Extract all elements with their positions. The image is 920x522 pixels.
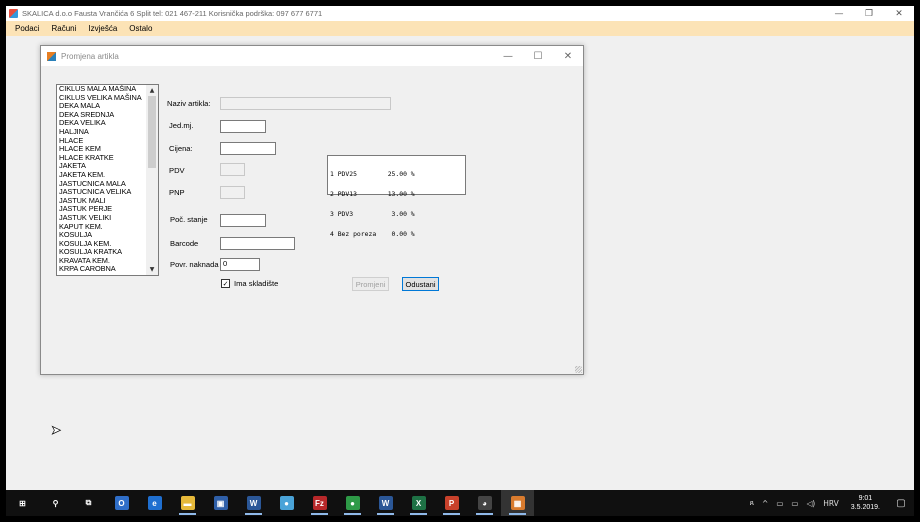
main-window-title: SKALICA d.o.o Fausta Vrančića 6 Split te… (22, 9, 323, 18)
excel-icon: X (411, 496, 426, 510)
clock-time: 9:01 (858, 495, 873, 502)
scroll-down-icon[interactable]: ▼ (146, 264, 158, 275)
start-icon: ⊞ (15, 496, 30, 510)
naziv-field[interactable] (220, 97, 391, 110)
taskbar-store-button[interactable]: ▣ (204, 490, 237, 516)
odustani-button[interactable]: Odustani (402, 277, 439, 291)
clock[interactable]: 9:01 3.5.2019. (843, 494, 888, 512)
main-titlebar: SKALICA d.o.o Fausta Vrančića 6 Split te… (6, 6, 914, 21)
main-window: SKALICA d.o.o Fausta Vrančića 6 Split te… (6, 6, 914, 490)
scroll-thumb[interactable] (148, 96, 156, 168)
jedmj-label: Jed.mj. (169, 121, 194, 130)
dialog-close-button[interactable]: ✕ (553, 46, 583, 66)
word-icon: W (246, 496, 261, 510)
restore-button[interactable]: ❐ (854, 6, 884, 21)
menu-podaci[interactable]: Podaci (9, 24, 45, 33)
taskbar-search-button[interactable]: ⚲ (39, 490, 72, 516)
file-explorer-icon: ▬ (180, 496, 195, 510)
task-view-icon: ⧉ (81, 496, 96, 510)
dialog-title: Promjena artikla (61, 51, 119, 61)
taskbar-word-button[interactable]: W (237, 490, 270, 516)
tray-expand-icon[interactable]: ^ (758, 499, 772, 508)
people-icon[interactable]: ጸ (746, 498, 758, 508)
taskbar-edge-button[interactable]: e (138, 490, 171, 516)
taskbar: ⊞ ⚲ ⧉ Oe ▬ ▣ W ● Fz ● W X P ◕ ▦ ጸ ^ ▭ ▭ ◁) HRV 9:01 3.… (6, 490, 914, 516)
taskbar-outlook-button[interactable]: O (105, 490, 138, 516)
taskbar-panda-button[interactable]: ◕ (468, 490, 501, 516)
taskbar-chrome-button[interactable]: ● (336, 490, 369, 516)
dialog-maximize-button[interactable]: ☐ (523, 46, 553, 66)
poc-stanje-label: Poč. stanje (170, 215, 208, 224)
jedmj-field[interactable] (220, 120, 266, 133)
dialog-titlebar: Promjena artikla — ☐ ✕ (41, 46, 583, 66)
pdv-field (220, 163, 245, 176)
pdv-rate-item[interactable]: 3 PDV3 3.00 % (330, 211, 463, 218)
taskbar-powerpoint-button[interactable]: P (435, 490, 468, 516)
menu-ostalo[interactable]: Ostalo (123, 24, 158, 33)
battery-icon[interactable]: ▭ (772, 499, 787, 508)
menubar: Podaci Računi Izvješća Ostalo (6, 21, 914, 36)
volume-icon[interactable]: ◁) (803, 499, 820, 508)
network-icon[interactable]: ▭ (787, 499, 802, 508)
minimize-button[interactable]: — (824, 6, 854, 21)
taskbar-word-2-button[interactable]: W (369, 490, 402, 516)
store-icon: ▣ (213, 496, 228, 510)
language-indicator[interactable]: HRV (819, 499, 843, 508)
filezilla-icon: Fz (312, 496, 327, 510)
panda-icon: ◕ (477, 496, 492, 510)
edge-icon: e (147, 496, 162, 510)
promjena-artikla-dialog: Promjena artikla — ☐ ✕ CIKLUS MALA MAŠIN… (40, 45, 584, 375)
app-icon (9, 9, 18, 18)
povr-naknada-label: Povr. naknada (170, 260, 219, 269)
outlook-icon: O (114, 496, 129, 510)
poc-stanje-field[interactable] (220, 214, 266, 227)
promjeni-button[interactable]: Promjeni (352, 277, 389, 291)
cijena-field[interactable] (220, 142, 276, 155)
ima-skladiste-label: Ima skladište (234, 279, 279, 288)
clock-date: 3.5.2019. (850, 504, 880, 511)
naziv-label: Naziv artikla: (167, 99, 211, 108)
system-tray: ጸ ^ ▭ ▭ ◁) HRV 9:01 3.5.2019. ▢ (746, 494, 914, 512)
notifications-icon[interactable]: ▢ (888, 498, 914, 509)
dialog-icon (47, 51, 56, 61)
paint-icon: ● (279, 496, 294, 510)
taskbar-start-button[interactable]: ⊞ (6, 490, 39, 516)
taskbar-paint-button[interactable]: ● (270, 490, 303, 516)
skalica-app-icon: ▦ (510, 496, 525, 510)
dialog-minimize-button[interactable]: — (493, 46, 523, 66)
ima-skladiste-checkbox[interactable]: ✓ (221, 279, 230, 288)
word-2-icon: W (378, 496, 393, 510)
taskbar-task-view-button[interactable]: ⧉ (72, 490, 105, 516)
pnp-label: PNP (169, 188, 185, 197)
barcode-field[interactable] (220, 237, 295, 250)
articles-list: CIKLUS MALA MAŠINA CIKLUS VELIKA MAŠINA DE… (59, 85, 145, 274)
chrome-icon: ● (345, 496, 360, 510)
taskbar-file-explorer-button[interactable]: ▬ (171, 490, 204, 516)
pdv-rates-list[interactable]: 1 PDV25 25.00 % 2 PDV13 13.00 % 3 PDV3 3… (327, 155, 466, 237)
close-button[interactable]: ✕ (884, 6, 914, 21)
povr-naknada-field[interactable]: 0 (220, 258, 260, 271)
pdv-rate-item[interactable]: 2 PDV13 13.00 % (330, 191, 463, 198)
scroll-up-icon[interactable]: ▲ (146, 85, 158, 96)
taskbar-filezilla-button[interactable]: Fz (303, 490, 336, 516)
pdv-label: PDV (169, 166, 185, 175)
resize-grip[interactable] (575, 366, 582, 373)
search-icon: ⚲ (48, 496, 63, 510)
articles-listbox[interactable]: CIKLUS MALA MAŠINA CIKLUS VELIKA MAŠINA DE… (56, 84, 159, 276)
cijena-label: Cijena: (169, 144, 193, 153)
mouse-cursor-icon: ➤ (51, 423, 62, 438)
pnp-field (220, 186, 245, 199)
menu-racuni[interactable]: Računi (45, 24, 82, 33)
powerpoint-icon: P (444, 496, 459, 510)
article-list-item[interactable]: KRPA CAROBNA (59, 265, 145, 274)
taskbar-excel-button[interactable]: X (402, 490, 435, 516)
pdv-rate-item[interactable]: 4 Bez poreza 0.00 % (330, 230, 463, 238)
barcode-label: Barcode (170, 239, 199, 248)
menu-izvjesca[interactable]: Izvješća (82, 24, 123, 33)
pdv-rate-item[interactable]: 1 PDV25 25.00 % (330, 171, 463, 178)
listbox-scrollbar[interactable]: ▲ ▼ (146, 85, 158, 275)
taskbar-skalica-app-button[interactable]: ▦ (501, 490, 534, 516)
